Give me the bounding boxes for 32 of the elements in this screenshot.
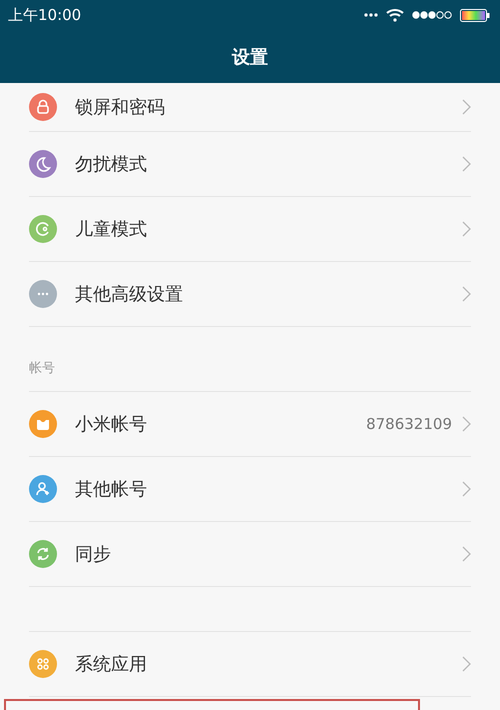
row-label: 其他高级设置 <box>75 283 183 306</box>
row-value: 878632109 <box>366 415 452 433</box>
settings-row[interactable]: 锁屏和密码 <box>29 83 471 132</box>
row-label: 同步 <box>75 543 111 566</box>
chevron-icon <box>462 416 471 432</box>
chevron-icon <box>462 546 471 562</box>
chevron-icon <box>462 221 471 237</box>
settings-row[interactable]: 其他帐号 <box>29 457 471 522</box>
row-label: 勿扰模式 <box>75 153 147 176</box>
chevron-icon <box>462 156 471 172</box>
chevron-icon <box>462 481 471 497</box>
settings-row[interactable]: 同步 <box>29 522 471 587</box>
chevron-icon <box>462 656 471 672</box>
row-label: 锁屏和密码 <box>75 96 165 119</box>
battery-icon <box>460 8 490 22</box>
row-label: 儿童模式 <box>75 218 147 241</box>
row-label: 系统应用 <box>75 653 147 676</box>
settings-row[interactable]: 小米帐号 878632109 <box>29 392 471 457</box>
screen-title: 设置 <box>232 46 268 68</box>
settings-row[interactable]: 系统应用 <box>29 632 471 697</box>
signal-icon <box>412 11 452 19</box>
section-header: 帐号 <box>29 360 55 377</box>
settings-row[interactable]: 勿扰模式 <box>29 132 471 197</box>
settings-row[interactable]: 其他高级设置 <box>29 262 471 327</box>
settings-row[interactable]: 儿童模式 <box>29 197 471 262</box>
status-time: 上午10:00 <box>8 6 82 24</box>
wifi-icon <box>386 8 404 22</box>
row-label: 其他帐号 <box>75 478 147 501</box>
chevron-icon <box>462 99 471 115</box>
more-icon <box>364 13 378 17</box>
row-label: 小米帐号 <box>75 413 147 436</box>
chevron-icon <box>462 286 471 302</box>
